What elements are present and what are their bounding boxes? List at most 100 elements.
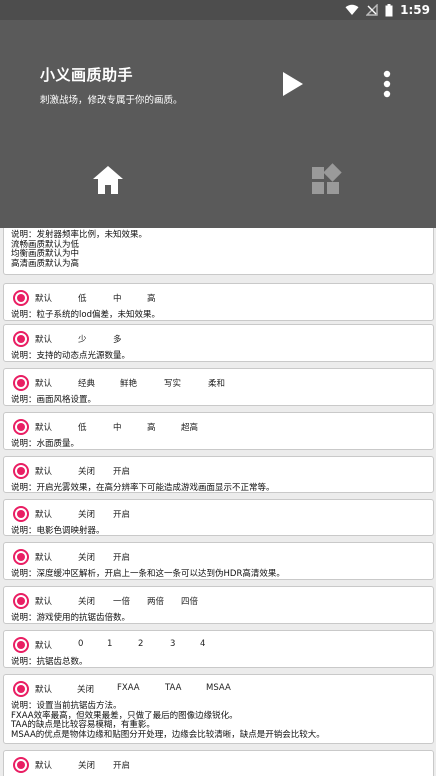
setting-description: 说明：粒子系统的lod偏差，未知效果。	[11, 310, 160, 320]
radio-selected-icon[interactable]	[13, 506, 29, 522]
setting-card: 默认 关闭 开启说明：开启光雾效果，在高分辨率下可能造成游戏画面显示不正常等。	[3, 456, 434, 493]
setting-card: 默认 经典 鲜艳 写实 柔和说明：画面风格设置。	[3, 368, 434, 406]
radio-group[interactable]: 默认 关闭 开启	[13, 549, 423, 565]
radio-option[interactable]: 默认	[35, 508, 52, 520]
radio-group[interactable]: 默认 低 中 高 超高	[13, 419, 423, 435]
radio-option[interactable]: 默认	[35, 292, 52, 304]
radio-option[interactable]: 关闭	[78, 551, 95, 563]
setting-card: 默认 关闭 开启	[3, 750, 434, 776]
radio-option[interactable]: 1	[107, 639, 112, 649]
wifi-icon	[345, 4, 359, 15]
status-bar: 1:59	[0, 0, 436, 20]
radio-option[interactable]: 关闭	[78, 508, 95, 520]
app-title: 小义画质助手	[40, 66, 134, 84]
setting-card: 默认 关闭 开启说明：深度缓冲区解析，开启上一条和这一条可以达到伪HDR高清效果。	[3, 542, 434, 580]
setting-card: 默认 0 1 2 3 4 说明：抗锯齿总数。	[3, 630, 434, 668]
radio-option[interactable]: 多	[113, 333, 122, 345]
setting-card: 说明：发射器频率比例，未知效果。 流畅画质默认为低 均衡画质默认为中 高清画质默认为高	[3, 228, 434, 275]
radio-option[interactable]: 开启	[113, 508, 130, 520]
setting-card: 默认 低 中 高 超高说明：水面质量。	[3, 412, 434, 450]
radio-selected-icon[interactable]	[13, 593, 29, 609]
more-vert-icon[interactable]	[376, 70, 398, 98]
radio-selected-icon[interactable]	[13, 290, 29, 306]
radio-option[interactable]: 经典	[78, 377, 95, 389]
radio-selected-icon[interactable]	[13, 681, 29, 697]
radio-option[interactable]: 开启	[113, 551, 130, 563]
radio-selected-icon[interactable]	[13, 757, 29, 773]
radio-option[interactable]: 中	[113, 421, 122, 433]
radio-selected-icon[interactable]	[13, 637, 29, 653]
radio-group[interactable]: 默认 少 多	[13, 331, 423, 347]
radio-selected-icon[interactable]	[13, 463, 29, 479]
setting-description: 说明：深度缓冲区解析，开启上一条和这一条可以达到伪HDR高清效果。	[11, 569, 285, 579]
home-icon[interactable]	[91, 163, 125, 197]
radio-option[interactable]: 默认	[35, 683, 52, 695]
radio-group[interactable]: 默认 关闭 开启	[13, 506, 423, 522]
radio-option[interactable]: 关闭	[78, 759, 95, 771]
radio-selected-icon[interactable]	[13, 549, 29, 565]
setting-card: 默认 关闭 一倍 两倍 四倍说明：游戏使用的抗锯齿倍数。	[3, 586, 434, 624]
radio-option[interactable]: 两倍	[147, 595, 164, 607]
radio-option[interactable]: 默认	[35, 465, 52, 477]
radio-option[interactable]: 关闭	[77, 683, 94, 695]
radio-option[interactable]: TAA	[165, 683, 181, 693]
radio-option[interactable]: 开启	[113, 465, 130, 477]
clock: 1:59	[400, 3, 430, 17]
radio-option[interactable]: 4	[200, 639, 205, 649]
radio-option[interactable]: 默认	[35, 421, 52, 433]
no-signal-icon	[366, 4, 378, 16]
radio-option[interactable]: 默认	[35, 759, 52, 771]
radio-option[interactable]: 柔和	[208, 377, 225, 389]
setting-card: 默认 关闭 FXAA TAA MSAA 说明：设置当前抗锯齿方法。 FXAA效率最高，但效果…	[3, 674, 434, 744]
radio-option[interactable]: 高	[147, 421, 156, 433]
setting-description: 说明：电影色调映射器。	[11, 526, 105, 536]
radio-option[interactable]: 中	[113, 292, 122, 304]
radio-group[interactable]: 默认 关闭 开启	[13, 757, 423, 773]
setting-description: 说明：画面风格设置。	[11, 395, 97, 405]
setting-description: MSAA的优点是物体边缘和贴图分开处理，边缘会比较清晰，缺点是开销会比较大。	[11, 729, 325, 740]
radio-selected-icon[interactable]	[13, 375, 29, 391]
radio-group[interactable]: 默认 关闭 FXAA TAA MSAA	[13, 681, 423, 697]
battery-icon	[385, 3, 393, 16]
widgets-icon[interactable]	[310, 163, 344, 197]
radio-option[interactable]: 低	[78, 421, 87, 433]
radio-option[interactable]: 默认	[35, 333, 52, 345]
radio-selected-icon[interactable]	[13, 331, 29, 347]
radio-option[interactable]: 0	[78, 639, 83, 649]
radio-option[interactable]: MSAA	[206, 683, 231, 693]
app-header: 小义画质助手 刺激战场，修改专属于你的画质。	[0, 20, 436, 228]
radio-option[interactable]: 默认	[35, 639, 52, 651]
radio-option[interactable]: 一倍	[113, 595, 130, 607]
setting-card: 默认 关闭 开启 说明：电影色调映射器。	[3, 499, 434, 536]
play-icon[interactable]	[281, 71, 305, 97]
radio-option[interactable]: 开启	[113, 759, 130, 771]
radio-selected-icon[interactable]	[13, 419, 29, 435]
setting-description: 说明：抗锯齿总数。	[11, 657, 88, 667]
radio-option[interactable]: 超高	[181, 421, 198, 433]
radio-option[interactable]: FXAA	[117, 683, 140, 693]
radio-option[interactable]: 关闭	[78, 595, 95, 607]
radio-group[interactable]: 默认 经典 鲜艳 写实 柔和	[13, 375, 423, 391]
setting-card: 默认 少 多说明：支持的动态点光源数量。	[3, 324, 434, 362]
setting-description: 说明：开启光雾效果，在高分辨率下可能造成游戏画面显示不正常等。	[11, 483, 275, 493]
radio-option[interactable]: 鲜艳	[120, 377, 137, 389]
radio-option[interactable]: 2	[138, 639, 143, 649]
radio-group[interactable]: 默认 低 中 高	[13, 290, 423, 306]
radio-group[interactable]: 默认 关闭 一倍 两倍 四倍	[13, 593, 423, 609]
setting-description: 说明：水面质量。	[11, 439, 80, 449]
setting-description: 高清画质默认为高	[11, 258, 80, 269]
radio-option[interactable]: 低	[78, 292, 87, 304]
setting-description: 说明：游戏使用的抗锯齿倍数。	[11, 613, 131, 623]
radio-option[interactable]: 默认	[35, 377, 52, 389]
radio-group[interactable]: 默认 0 1 2 3 4	[13, 637, 423, 653]
radio-group[interactable]: 默认 关闭 开启	[13, 463, 423, 479]
radio-option[interactable]: 四倍	[181, 595, 198, 607]
radio-option[interactable]: 高	[147, 292, 156, 304]
radio-option[interactable]: 写实	[164, 377, 181, 389]
radio-option[interactable]: 3	[170, 639, 175, 649]
radio-option[interactable]: 默认	[35, 551, 52, 563]
radio-option[interactable]: 少	[78, 333, 87, 345]
settings-list[interactable]: 说明：发射器频率比例，未知效果。 流畅画质默认为低 均衡画质默认为中 高清画质默认为高…	[0, 228, 436, 776]
radio-option[interactable]: 关闭	[78, 465, 95, 477]
radio-option[interactable]: 默认	[35, 595, 52, 607]
